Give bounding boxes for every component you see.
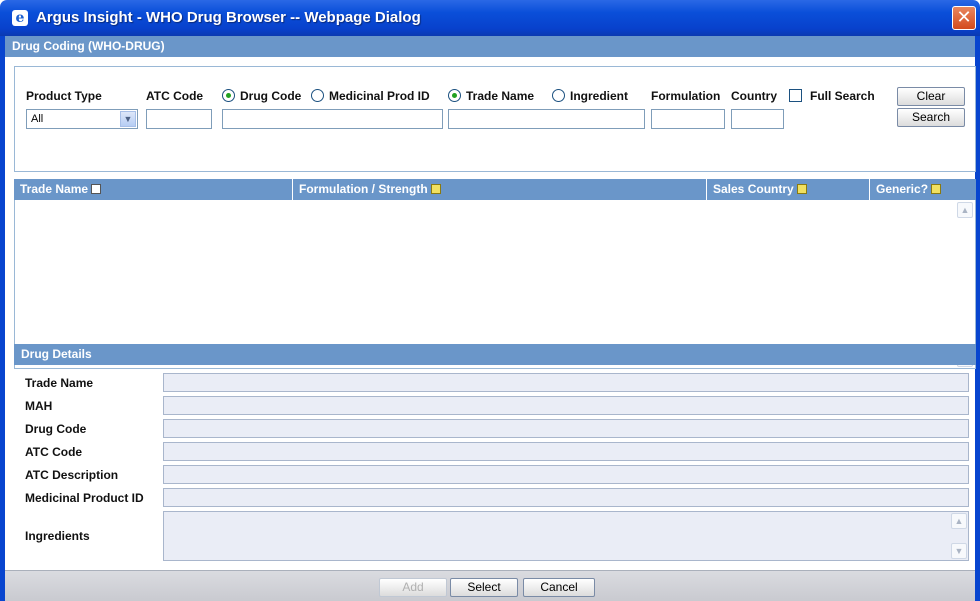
product-type-value: All xyxy=(31,113,44,125)
dialog-content: Drug Coding (WHO-DRUG) Product Type All … xyxy=(5,36,976,596)
sort-icon[interactable] xyxy=(931,183,942,194)
ingredient-radio[interactable] xyxy=(552,89,565,102)
detail-label-medicinal-product-id: Medicinal Product ID xyxy=(25,491,144,505)
scroll-up-icon[interactable]: ▲ xyxy=(957,202,973,218)
column-header-label: Sales Country xyxy=(713,182,794,196)
window-titlebar: e Argus Insight - WHO Drug Browser -- We… xyxy=(0,0,980,36)
column-header-formulation[interactable]: Formulation / Strength xyxy=(293,179,707,200)
column-header-sales-country[interactable]: Sales Country xyxy=(707,179,870,200)
dialog-button-bar: Add Select Cancel xyxy=(5,570,975,601)
product-type-label: Product Type xyxy=(26,89,102,103)
close-window-button[interactable]: ✕ xyxy=(952,6,976,30)
cancel-button[interactable]: Cancel xyxy=(523,578,595,597)
formulation-input[interactable] xyxy=(651,109,725,129)
column-header-label: Generic? xyxy=(876,182,929,196)
trade-name-input[interactable] xyxy=(448,109,645,129)
detail-label-drug-code: Drug Code xyxy=(25,422,87,436)
detail-drug-code-field xyxy=(163,419,969,438)
country-label: Country xyxy=(731,89,777,103)
select-button[interactable]: Select xyxy=(450,578,518,597)
detail-ingredients-field: ▲ ▼ xyxy=(163,511,969,561)
detail-atc-description-field xyxy=(163,465,969,484)
trade-name-radio-label[interactable]: Trade Name xyxy=(466,89,534,103)
add-button[interactable]: Add xyxy=(379,578,447,597)
plus-sort-icon[interactable] xyxy=(91,183,102,194)
detail-label-mah: MAH xyxy=(25,399,53,413)
scroll-up-icon[interactable]: ▲ xyxy=(951,513,967,529)
detail-label-trade-name: Trade Name xyxy=(25,376,94,390)
detail-medicinal-product-id-field xyxy=(163,488,969,507)
atc-code-input[interactable] xyxy=(146,109,212,129)
drug-coding-header: Drug Coding (WHO-DRUG) xyxy=(5,36,975,57)
drug-code-radio[interactable] xyxy=(222,89,235,102)
detail-label-atc-description: ATC Description xyxy=(25,468,119,482)
formulation-label: Formulation xyxy=(651,89,721,103)
window-frame: Drug Coding (WHO-DRUG) Product Type All … xyxy=(0,36,980,601)
column-header-label: Trade Name xyxy=(20,182,89,196)
atc-code-label: ATC Code xyxy=(146,89,204,103)
drug-details-header: Drug Details xyxy=(14,344,976,365)
detail-atc-code-field xyxy=(163,442,969,461)
clear-button[interactable]: Clear xyxy=(897,87,965,106)
scroll-down-icon[interactable]: ▼ xyxy=(951,543,967,559)
column-header-generic[interactable]: Generic? xyxy=(870,179,976,200)
detail-mah-field xyxy=(163,396,969,415)
full-search-checkbox[interactable] xyxy=(789,89,802,102)
detail-label-atc-code: ATC Code xyxy=(25,445,83,459)
sort-icon[interactable] xyxy=(430,183,441,194)
drug-code-radio-label[interactable]: Drug Code xyxy=(240,89,301,103)
medicinal-prod-id-radio[interactable] xyxy=(311,89,324,102)
country-input[interactable] xyxy=(731,109,784,129)
detail-label-ingredients: Ingredients xyxy=(25,529,90,543)
product-type-select[interactable]: All ▼ xyxy=(26,109,138,129)
sort-icon[interactable] xyxy=(796,183,807,194)
search-button[interactable]: Search xyxy=(897,108,965,127)
column-header-trade-name[interactable]: Trade Name xyxy=(14,179,293,200)
search-filter-panel: Product Type All ▼ ATC Code Drug Code Me… xyxy=(14,66,976,172)
detail-trade-name-field xyxy=(163,373,969,392)
column-header-label: Formulation / Strength xyxy=(299,182,428,196)
chevron-down-icon[interactable]: ▼ xyxy=(120,111,136,127)
drug-code-input[interactable] xyxy=(222,109,443,129)
ie-app-icon: e xyxy=(12,10,28,26)
window-title: Argus Insight - WHO Drug Browser -- Webp… xyxy=(36,9,421,26)
medicinal-prod-id-radio-label[interactable]: Medicinal Prod ID xyxy=(329,89,430,103)
trade-name-radio[interactable] xyxy=(448,89,461,102)
results-grid-header: Trade Name Formulation / Strength Sales … xyxy=(14,179,976,200)
results-scrollbar[interactable]: ▲ ▼ xyxy=(957,202,973,367)
full-search-label[interactable]: Full Search xyxy=(810,89,875,103)
ingredient-radio-label[interactable]: Ingredient xyxy=(570,89,628,103)
ingredients-scrollbar[interactable]: ▲ ▼ xyxy=(951,513,967,559)
